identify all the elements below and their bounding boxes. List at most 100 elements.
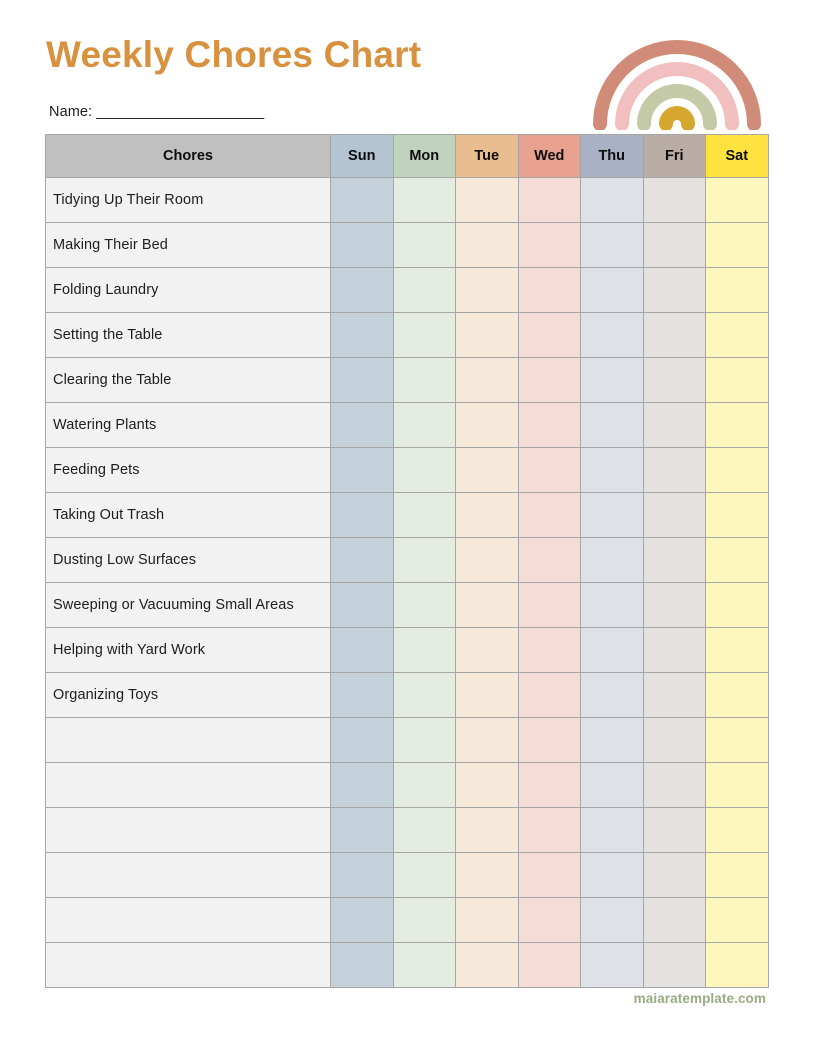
checkbox-cell-wed[interactable]: [517, 762, 581, 808]
checkbox-cell-tue[interactable]: [455, 582, 519, 628]
checkbox-cell-thu[interactable]: [580, 222, 644, 268]
checkbox-cell-tue[interactable]: [455, 537, 519, 583]
chore-label-cell[interactable]: [45, 897, 331, 943]
checkbox-cell-fri[interactable]: [642, 852, 706, 898]
checkbox-cell-fri[interactable]: [642, 537, 706, 583]
checkbox-cell-wed[interactable]: [517, 717, 581, 763]
checkbox-cell-sat[interactable]: [705, 222, 769, 268]
checkbox-cell-tue[interactable]: [455, 627, 519, 673]
checkbox-cell-mon[interactable]: [392, 312, 456, 358]
checkbox-cell-sat[interactable]: [705, 852, 769, 898]
checkbox-cell-wed[interactable]: [517, 897, 581, 943]
checkbox-cell-mon[interactable]: [392, 942, 456, 988]
checkbox-cell-mon[interactable]: [392, 852, 456, 898]
checkbox-cell-sat[interactable]: [705, 492, 769, 538]
chore-label-cell[interactable]: Sweeping or Vacuuming Small Areas: [45, 582, 331, 628]
checkbox-cell-fri[interactable]: [642, 897, 706, 943]
checkbox-cell-sat[interactable]: [705, 897, 769, 943]
checkbox-cell-mon[interactable]: [392, 447, 456, 493]
checkbox-cell-mon[interactable]: [392, 402, 456, 448]
checkbox-cell-sat[interactable]: [705, 942, 769, 988]
checkbox-cell-sat[interactable]: [705, 762, 769, 808]
checkbox-cell-thu[interactable]: [580, 582, 644, 628]
checkbox-cell-sun[interactable]: [330, 222, 394, 268]
checkbox-cell-mon[interactable]: [392, 807, 456, 853]
checkbox-cell-mon[interactable]: [392, 357, 456, 403]
checkbox-cell-sat[interactable]: [705, 537, 769, 583]
checkbox-cell-tue[interactable]: [455, 312, 519, 358]
chore-label-cell[interactable]: Tidying Up Their Room: [45, 177, 331, 223]
checkbox-cell-wed[interactable]: [517, 582, 581, 628]
checkbox-cell-mon[interactable]: [392, 267, 456, 313]
checkbox-cell-fri[interactable]: [642, 267, 706, 313]
checkbox-cell-wed[interactable]: [517, 402, 581, 448]
checkbox-cell-fri[interactable]: [642, 627, 706, 673]
checkbox-cell-sun[interactable]: [330, 762, 394, 808]
checkbox-cell-thu[interactable]: [580, 177, 644, 223]
checkbox-cell-fri[interactable]: [642, 402, 706, 448]
checkbox-cell-tue[interactable]: [455, 897, 519, 943]
checkbox-cell-thu[interactable]: [580, 762, 644, 808]
chore-label-cell[interactable]: Setting the Table: [45, 312, 331, 358]
checkbox-cell-fri[interactable]: [642, 312, 706, 358]
checkbox-cell-fri[interactable]: [642, 357, 706, 403]
chore-label-cell[interactable]: Organizing Toys: [45, 672, 331, 718]
checkbox-cell-tue[interactable]: [455, 717, 519, 763]
checkbox-cell-sun[interactable]: [330, 672, 394, 718]
checkbox-cell-tue[interactable]: [455, 942, 519, 988]
checkbox-cell-sat[interactable]: [705, 402, 769, 448]
checkbox-cell-sat[interactable]: [705, 267, 769, 313]
checkbox-cell-wed[interactable]: [517, 852, 581, 898]
checkbox-cell-fri[interactable]: [642, 177, 706, 223]
checkbox-cell-sun[interactable]: [330, 582, 394, 628]
chore-label-cell[interactable]: Clearing the Table: [45, 357, 331, 403]
name-blank-line[interactable]: _______________________: [96, 104, 264, 120]
checkbox-cell-mon[interactable]: [392, 537, 456, 583]
checkbox-cell-sat[interactable]: [705, 447, 769, 493]
checkbox-cell-thu[interactable]: [580, 447, 644, 493]
checkbox-cell-wed[interactable]: [517, 492, 581, 538]
checkbox-cell-mon[interactable]: [392, 492, 456, 538]
checkbox-cell-thu[interactable]: [580, 312, 644, 358]
checkbox-cell-tue[interactable]: [455, 402, 519, 448]
chore-label-cell[interactable]: Helping with Yard Work: [45, 627, 331, 673]
checkbox-cell-sun[interactable]: [330, 402, 394, 448]
checkbox-cell-fri[interactable]: [642, 717, 706, 763]
checkbox-cell-thu[interactable]: [580, 717, 644, 763]
checkbox-cell-sun[interactable]: [330, 267, 394, 313]
checkbox-cell-fri[interactable]: [642, 582, 706, 628]
checkbox-cell-fri[interactable]: [642, 807, 706, 853]
checkbox-cell-tue[interactable]: [455, 357, 519, 403]
checkbox-cell-sun[interactable]: [330, 447, 394, 493]
chore-label-cell[interactable]: Taking Out Trash: [45, 492, 331, 538]
checkbox-cell-sat[interactable]: [705, 627, 769, 673]
checkbox-cell-wed[interactable]: [517, 312, 581, 358]
chore-label-cell[interactable]: [45, 717, 331, 763]
checkbox-cell-mon[interactable]: [392, 672, 456, 718]
checkbox-cell-sun[interactable]: [330, 177, 394, 223]
checkbox-cell-thu[interactable]: [580, 492, 644, 538]
checkbox-cell-fri[interactable]: [642, 492, 706, 538]
checkbox-cell-sun[interactable]: [330, 537, 394, 583]
checkbox-cell-sun[interactable]: [330, 312, 394, 358]
checkbox-cell-sat[interactable]: [705, 582, 769, 628]
checkbox-cell-mon[interactable]: [392, 762, 456, 808]
chore-label-cell[interactable]: Dusting Low Surfaces: [45, 537, 331, 583]
checkbox-cell-thu[interactable]: [580, 897, 644, 943]
checkbox-cell-sat[interactable]: [705, 717, 769, 763]
checkbox-cell-fri[interactable]: [642, 942, 706, 988]
checkbox-cell-sat[interactable]: [705, 807, 769, 853]
checkbox-cell-fri[interactable]: [642, 222, 706, 268]
checkbox-cell-wed[interactable]: [517, 807, 581, 853]
checkbox-cell-fri[interactable]: [642, 762, 706, 808]
checkbox-cell-mon[interactable]: [392, 177, 456, 223]
checkbox-cell-sat[interactable]: [705, 672, 769, 718]
checkbox-cell-thu[interactable]: [580, 672, 644, 718]
checkbox-cell-wed[interactable]: [517, 267, 581, 313]
checkbox-cell-thu[interactable]: [580, 942, 644, 988]
checkbox-cell-sun[interactable]: [330, 627, 394, 673]
checkbox-cell-sun[interactable]: [330, 942, 394, 988]
checkbox-cell-tue[interactable]: [455, 852, 519, 898]
checkbox-cell-mon[interactable]: [392, 717, 456, 763]
chore-label-cell[interactable]: Watering Plants: [45, 402, 331, 448]
